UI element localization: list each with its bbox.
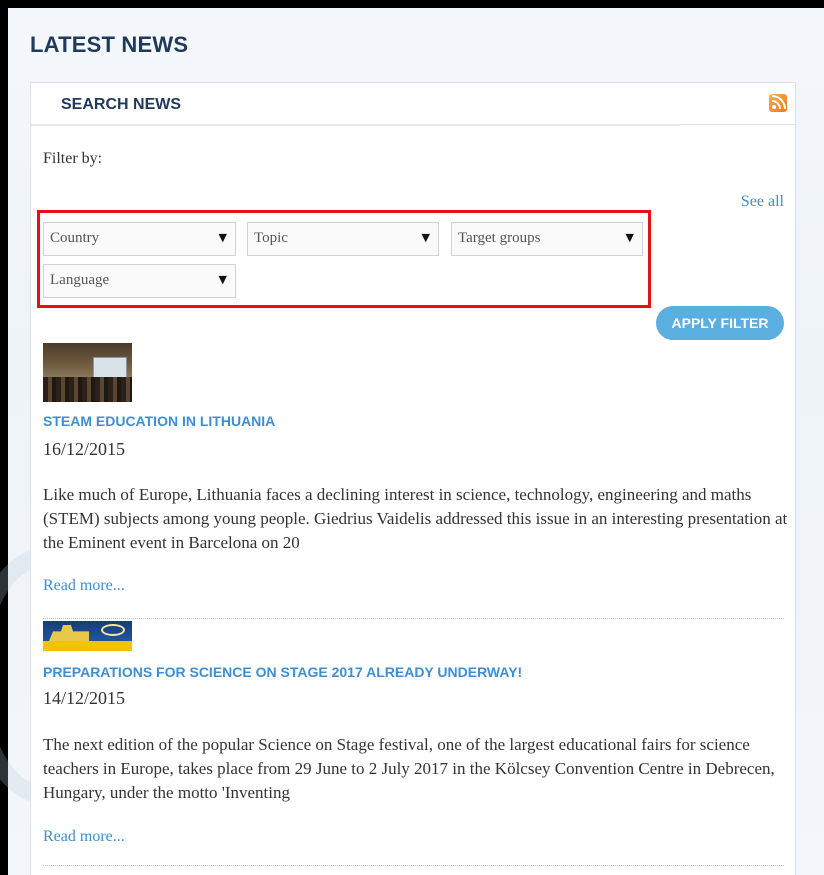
rss-icon-dot (772, 105, 776, 109)
page-title: LATEST NEWS (30, 32, 189, 57)
chevron-down-icon: ▼ (421, 231, 430, 244)
thumbnail-audience (43, 377, 132, 402)
thumbnail-logo-swirl (101, 624, 125, 636)
chevron-down-icon: ▼ (218, 273, 227, 286)
see-all-link[interactable]: See all (741, 193, 784, 211)
rss-icon[interactable] (769, 94, 787, 112)
topic-select-value: Topic (254, 230, 288, 246)
thumbnail-band (43, 641, 132, 651)
article-date: 14/12/2015 (43, 688, 126, 708)
chevron-down-icon: ▼ (625, 231, 634, 244)
article-divider (43, 618, 784, 619)
article-thumbnail[interactable] (43, 621, 132, 651)
chevron-down-icon: ▼ (218, 231, 227, 244)
article-summary: Like much of Europe, Lithuania faces a d… (43, 485, 788, 552)
topic-select[interactable]: Topic ▼ (247, 222, 439, 256)
apply-filter-button[interactable]: APPLY FILTER (656, 306, 784, 340)
thumbnail-building (49, 625, 89, 641)
article-title-link[interactable]: STEAM EDUCATION IN LITHUANIA (43, 413, 275, 429)
country-select[interactable]: Country ▼ (43, 222, 236, 256)
article-title-link[interactable]: PREPARATIONS FOR SCIENCE ON STAGE 2017 A… (43, 664, 522, 680)
filter-by-label: Filter by: (43, 150, 103, 167)
article-divider (43, 865, 784, 866)
search-news-tab[interactable]: SEARCH NEWS (30, 82, 796, 124)
target-groups-select[interactable]: Target groups ▼ (451, 222, 643, 256)
article-summary: The next edition of the popular Science … (43, 735, 775, 802)
country-select-value: Country (50, 230, 100, 246)
read-more-link[interactable]: Read more... (43, 828, 125, 846)
language-select-value: Language (50, 272, 110, 288)
article-thumbnail[interactable] (43, 343, 132, 402)
article-date: 16/12/2015 (43, 439, 126, 459)
target-groups-select-value: Target groups (458, 230, 541, 246)
read-more-link[interactable]: Read more... (43, 577, 125, 595)
thumbnail-screen (93, 357, 127, 379)
search-news-title: SEARCH NEWS (61, 96, 182, 113)
tab-underline (30, 124, 680, 126)
language-select[interactable]: Language ▼ (43, 264, 236, 298)
